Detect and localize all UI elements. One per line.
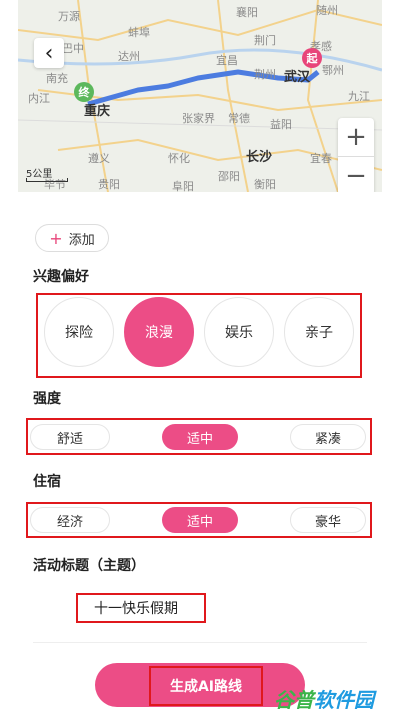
map-city-label: 达州 — [118, 50, 140, 63]
intensity-option-compact[interactable]: 紧凑 — [290, 424, 366, 450]
watermark-part2: 软件园 — [314, 687, 374, 712]
map-city-label: 常德 — [228, 112, 250, 125]
map-city-label: 邵阳 — [218, 170, 240, 183]
map-city-label: 张家界 — [182, 112, 215, 125]
map-city-label: 贵阳 — [98, 178, 120, 191]
map-city-label: 遵义 — [88, 152, 110, 165]
map-city-label: 荆州 — [254, 68, 276, 81]
zoom-in-button[interactable]: + — [338, 118, 374, 156]
map-city-label: 鄂州 — [322, 64, 344, 77]
map-city-label: 巴中 — [62, 42, 84, 55]
generate-route-label[interactable]: 生成AI路线 — [149, 666, 263, 706]
map-city-label: 宜春 — [310, 152, 332, 165]
map-city-label: 随州 — [316, 4, 338, 17]
lodging-option-luxury[interactable]: 豪华 — [290, 507, 366, 533]
map-city-label: 荆门 — [254, 34, 276, 47]
intensity-option-moderate[interactable]: 适中 — [162, 424, 238, 450]
map-city-label: 襄阳 — [236, 6, 258, 19]
interest-option-romance[interactable]: 浪漫 — [124, 297, 194, 367]
start-pin[interactable]: 起 — [302, 48, 322, 68]
map-scale-bar — [26, 178, 68, 182]
back-button[interactable]: ‹ — [34, 38, 64, 68]
map-city-label: 南充 — [46, 72, 68, 85]
map-city-label: 衡阳 — [254, 178, 276, 191]
intensity-option-comfortable[interactable]: 舒适 — [30, 424, 110, 450]
map-city-label: 内江 — [28, 92, 50, 105]
interest-option-family[interactable]: 亲子 — [284, 297, 354, 367]
lodging-option-moderate[interactable]: 适中 — [162, 507, 238, 533]
map-city-label: 万源 — [58, 10, 80, 23]
map-city-label: 重庆 — [84, 104, 111, 119]
map-city-label: 蚌埠 — [128, 26, 150, 39]
divider — [33, 642, 367, 643]
map-city-label: 怀化 — [168, 152, 190, 165]
zoom-out-button[interactable]: − — [338, 157, 374, 192]
add-button-label: 添加 — [68, 232, 95, 248]
map-city-label: 阜阳 — [172, 180, 194, 192]
interest-option-adventure[interactable]: 探险 — [44, 297, 114, 367]
activity-title-value: 十一快乐假期 — [94, 601, 178, 617]
chevron-left-icon: ‹ — [44, 40, 54, 66]
interest-title: 兴趣偏好 — [33, 269, 89, 285]
route-map[interactable]: 万源 襄阳 随州 巴中 达州 荆门 孝感 南充 宜昌 荆州 武汉 鄂州 内江 九… — [18, 0, 382, 192]
activity-title-input[interactable]: 十一快乐假期 — [76, 593, 206, 623]
map-city-label: 长沙 — [246, 150, 273, 165]
interest-option-entertainment[interactable]: 娱乐 — [204, 297, 274, 367]
plus-icon: + — [49, 228, 63, 248]
zoom-control: + − — [338, 118, 374, 192]
lodging-option-economy[interactable]: 经济 — [30, 507, 110, 533]
lodging-title: 住宿 — [33, 474, 61, 490]
intensity-selector: 舒适 适中 紧凑 — [30, 424, 366, 450]
map-city-label: 宜昌 — [216, 54, 238, 67]
map-city-label: 武汉 — [284, 70, 311, 85]
add-button[interactable]: + 添加 — [35, 224, 109, 252]
activity-title-label: 活动标题（主题） — [33, 558, 145, 574]
map-city-label: 益阳 — [270, 118, 292, 131]
watermark-part1: 谷普 — [274, 687, 314, 712]
end-pin[interactable]: 终 — [74, 82, 94, 102]
map-city-label: 九江 — [348, 90, 370, 103]
intensity-title: 强度 — [33, 391, 61, 407]
lodging-selector: 经济 适中 豪华 — [30, 507, 366, 533]
watermark-logo: 谷普 软件园 — [274, 680, 394, 716]
